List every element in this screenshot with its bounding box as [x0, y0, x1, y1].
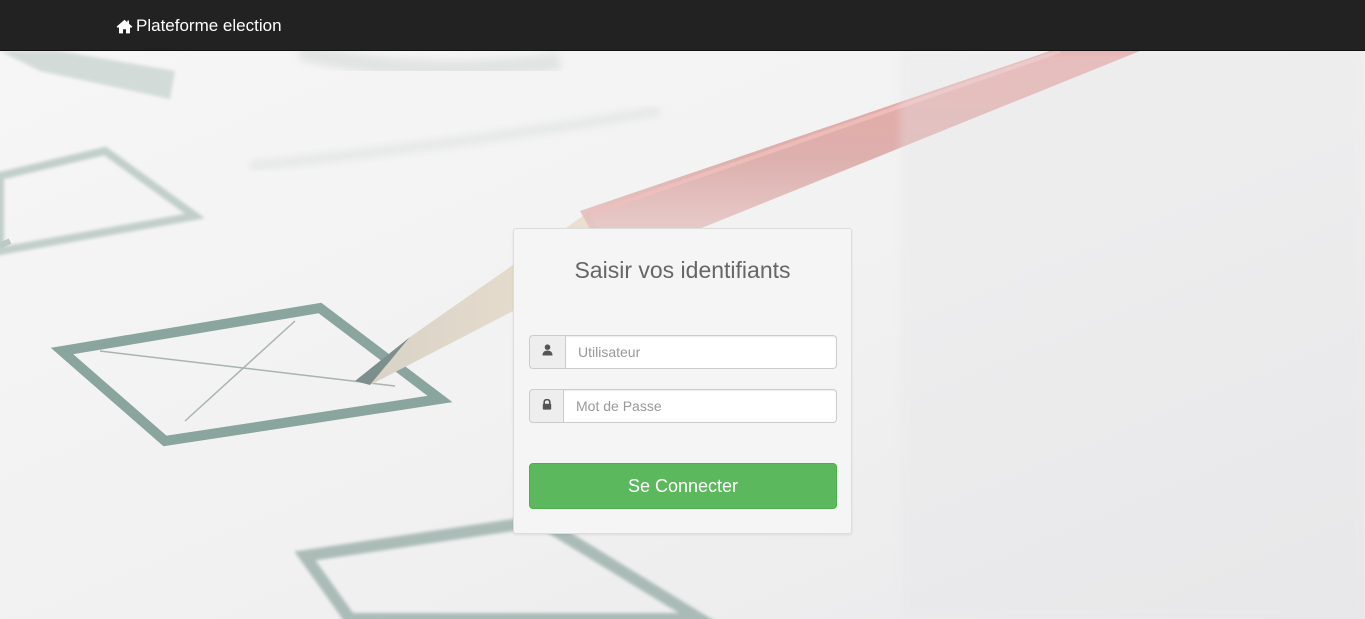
password-group: [529, 389, 837, 423]
top-navbar: Plateforme election: [0, 0, 1365, 51]
login-title: Saisir vos identifiants: [574, 257, 791, 283]
lock-icon: [542, 397, 552, 415]
username-input[interactable]: [565, 335, 837, 369]
username-group: [529, 335, 837, 369]
user-icon: [542, 343, 553, 361]
home-icon: [116, 19, 133, 34]
brand-label: Plateforme election: [136, 16, 282, 35]
login-panel: Saisir vos identifiants Se Connecter: [513, 228, 852, 534]
username-addon: [529, 335, 565, 369]
password-addon: [529, 389, 563, 423]
password-input[interactable]: [563, 389, 837, 423]
brand-link[interactable]: Plateforme election: [116, 15, 282, 37]
login-button[interactable]: Se Connecter: [529, 463, 837, 509]
